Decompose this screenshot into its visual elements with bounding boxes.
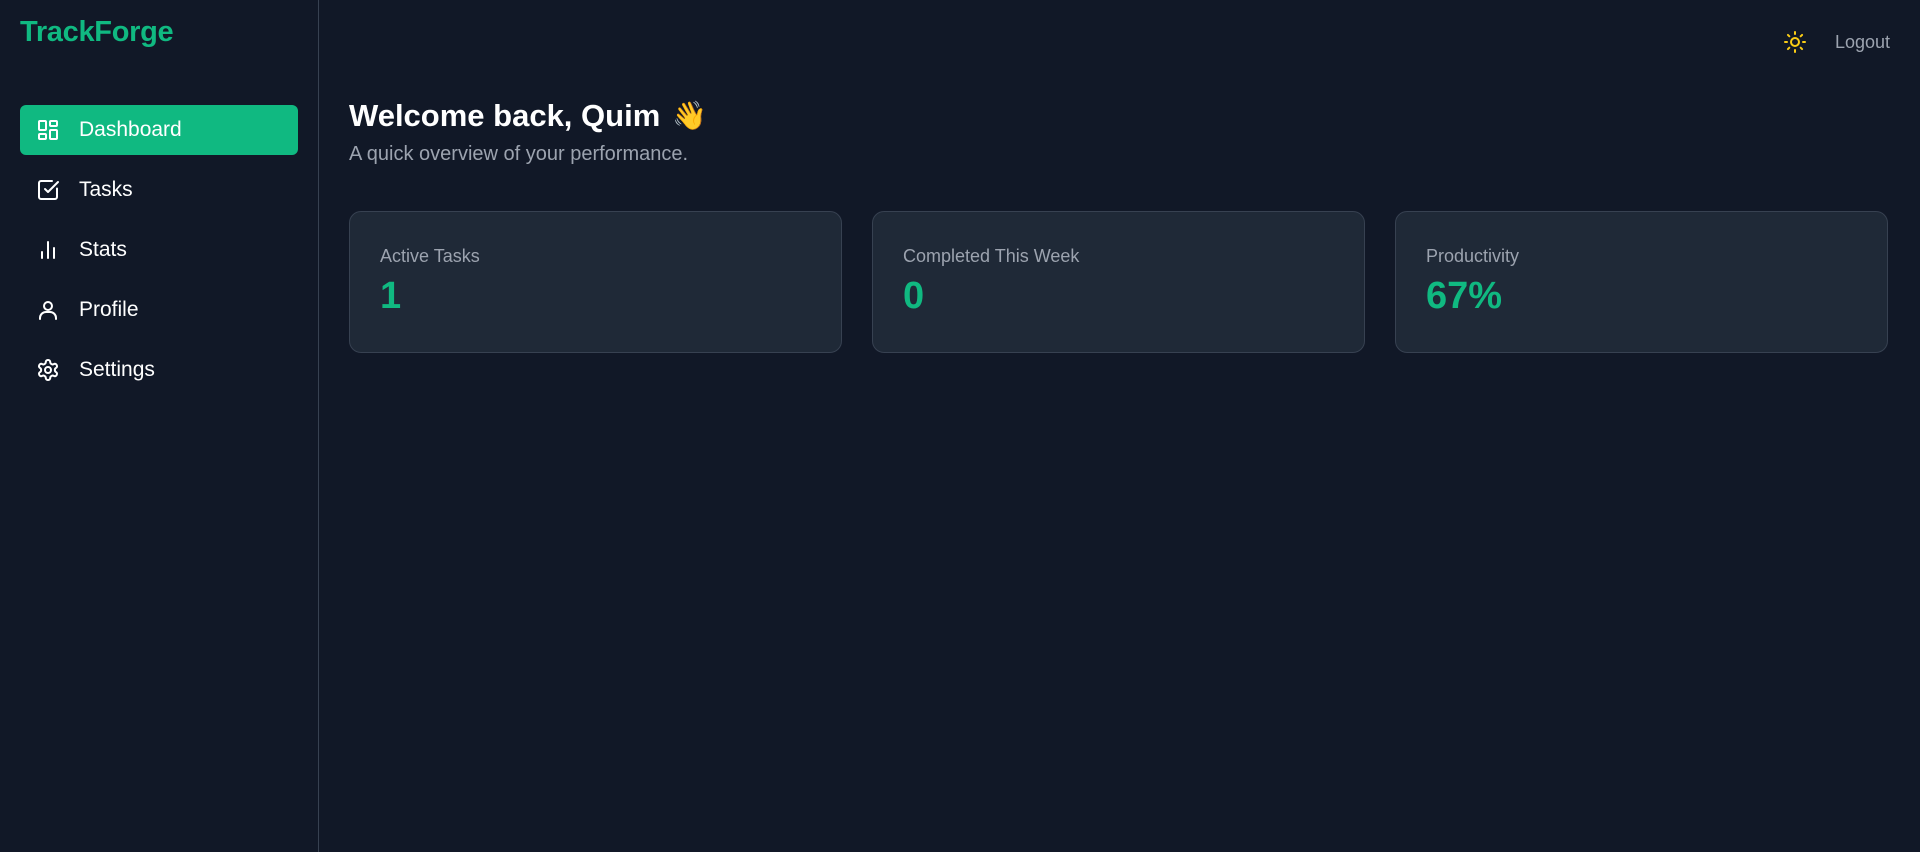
app: TrackForge Dashboard Tasks Stats Profile… xyxy=(0,0,1920,852)
sidebar-item-profile[interactable]: Profile xyxy=(20,285,298,335)
main-content: Logout Welcome back, Quim 👋 A quick over… xyxy=(319,0,1920,852)
sidebar-item-tasks[interactable]: Tasks xyxy=(20,165,298,215)
sidebar-item-settings[interactable]: Settings xyxy=(20,345,298,395)
stats-cards: Active Tasks 1 Completed This Week 0 Pro… xyxy=(349,211,1888,353)
stat-label: Completed This Week xyxy=(903,246,1080,266)
sidebar-item-label: Tasks xyxy=(79,178,133,201)
logout-button[interactable]: Logout xyxy=(1835,32,1890,53)
welcome-header: Welcome back, Quim 👋 xyxy=(349,96,707,136)
gear-icon xyxy=(36,358,60,382)
sidebar-item-stats[interactable]: Stats xyxy=(20,225,298,275)
dashboard-icon xyxy=(36,118,60,142)
sidebar-item-label: Profile xyxy=(79,298,139,321)
waving-hand-emoji: 👋 xyxy=(672,100,708,131)
top-bar: Logout xyxy=(1781,28,1890,56)
sidebar-item-label: Settings xyxy=(79,358,155,381)
stat-label: Productivity xyxy=(1426,246,1520,266)
stat-label: Active Tasks xyxy=(380,246,480,266)
stat-card-completed-this-week: Completed This Week 0 xyxy=(872,211,1365,353)
sidebar-item-label: Stats xyxy=(79,238,127,261)
stat-card-active-tasks: Active Tasks 1 xyxy=(349,211,842,353)
sun-icon[interactable] xyxy=(1781,28,1809,56)
sidebar-nav: Dashboard Tasks Stats Profile Settings xyxy=(20,105,298,395)
sidebar-item-label: Dashboard xyxy=(79,118,182,141)
page-title: Welcome back, Quim xyxy=(349,98,661,133)
sidebar-item-dashboard[interactable]: Dashboard xyxy=(20,105,298,155)
stat-value: 67% xyxy=(1426,275,1503,317)
check-square-icon xyxy=(36,178,60,202)
bar-chart-icon xyxy=(36,238,60,262)
brand-logo[interactable]: TrackForge xyxy=(20,14,298,50)
stat-value: 1 xyxy=(380,275,402,317)
stat-card-productivity: Productivity 67% xyxy=(1395,211,1888,353)
sidebar: TrackForge Dashboard Tasks Stats Profile… xyxy=(0,0,319,852)
user-icon xyxy=(36,298,60,322)
page-subtitle: A quick overview of your performance. xyxy=(349,143,689,165)
stat-value: 0 xyxy=(903,275,925,317)
